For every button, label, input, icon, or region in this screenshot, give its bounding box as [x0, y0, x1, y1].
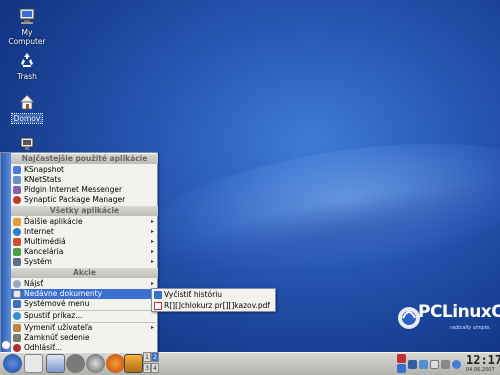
menu-item-system[interactable]: Systém ▸: [11, 257, 158, 267]
menu-item-label: Ďalšie aplikácie: [24, 217, 83, 226]
menu-item-label: Spustiť príkaz...: [24, 311, 83, 320]
menu-item-label: Zamknúť sedenie: [24, 333, 90, 342]
pc-badge-icon: [2, 341, 10, 349]
menu-item-find[interactable]: Nájsť ▸: [11, 279, 158, 289]
submenu-item-label: Vyčistiť históriu: [164, 290, 223, 299]
thunderbird-launcher-icon[interactable]: [86, 354, 105, 373]
multimedia-icon: [13, 238, 21, 246]
chevron-right-icon: ▸: [150, 258, 154, 265]
desktop-pager: 1 2 3 4: [143, 352, 159, 375]
home-icon: [19, 94, 35, 110]
monitor-icon: [20, 137, 34, 150]
desktop-icon-trash[interactable]: Trash: [0, 50, 54, 81]
menu-item-label: Vymeniť užívateľa: [24, 323, 93, 332]
knetstats-icon: [13, 176, 21, 184]
pager-desktop-2[interactable]: 2: [151, 352, 159, 362]
tray-kde-icon[interactable]: [452, 360, 461, 369]
system-icon: [13, 258, 21, 266]
menu-item-label: Pidgin Internet Messenger: [24, 185, 123, 194]
search-icon: [13, 280, 21, 288]
office-icon: [13, 248, 21, 256]
computer-launcher-icon[interactable]: [46, 354, 65, 373]
menu-item-pidgin[interactable]: Pidgin Internet Messenger: [11, 185, 158, 195]
pager-desktop-3[interactable]: 3: [143, 363, 151, 373]
date: 04.06.2007: [466, 367, 495, 373]
clear-icon: [154, 291, 162, 299]
menu-item-ksnapshot[interactable]: KSnapshot: [11, 165, 158, 175]
tray-volume-icon[interactable]: [419, 360, 428, 369]
menu-item-synaptic[interactable]: Synaptic Package Manager: [11, 195, 158, 205]
home-launcher-icon[interactable]: [24, 354, 43, 373]
tray-device-icon[interactable]: [430, 360, 439, 369]
menu-item-label: Odhlásiť...: [24, 343, 63, 352]
pidgin-icon: [13, 186, 21, 194]
menu-item-system-menu[interactable]: Systémové menu▸: [11, 299, 158, 309]
menu-item-multimedia[interactable]: Multimédiá ▸: [11, 237, 158, 247]
clock[interactable]: 12:17: [466, 353, 500, 367]
document-icon: [13, 290, 21, 298]
tray-update-icon[interactable]: [397, 354, 406, 363]
menu-item-label: Kancelária: [24, 247, 64, 256]
chevron-right-icon: ▸: [150, 218, 154, 225]
pager-desktop-1[interactable]: 1: [143, 352, 151, 362]
pdf-icon: [154, 302, 162, 310]
start-menu-button-icon[interactable]: [3, 354, 22, 373]
logo-tagline: radically simple.: [450, 325, 491, 331]
ksnapshot-icon: [13, 166, 21, 174]
menu-item-switch-user[interactable]: Vymeniť užívateľa ▸: [11, 323, 158, 333]
menu-section-all: Všetky aplikácie: [11, 206, 158, 216]
desktop-icon-label: Trash: [17, 72, 37, 81]
trash-icon: [21, 53, 33, 67]
system-menu-icon: [13, 300, 21, 308]
menu-item-knetstats[interactable]: KNetStats: [11, 175, 158, 185]
apps-icon: [13, 218, 21, 226]
computer-icon: [19, 8, 35, 24]
konqueror-launcher-icon[interactable]: [124, 354, 143, 373]
menu-side-banner: [1, 153, 11, 352]
submenu-item-clear-history[interactable]: Vyčistiť históriu: [152, 290, 275, 300]
submenu-item-label: R[][]chlokurz pr[][]kazov.pdf: [164, 301, 271, 310]
menu-item-label: Nájsť: [24, 279, 44, 288]
globe-icon: [13, 228, 21, 236]
menu-item-label: Systém: [24, 257, 52, 266]
menu-item-label: Multimédiá: [24, 237, 66, 246]
user-icon: [13, 324, 21, 332]
desktop-icon-my-computer[interactable]: My Computer: [0, 6, 54, 46]
chevron-right-icon: ▸: [150, 324, 154, 331]
menu-item-label: Systémové menu: [24, 299, 90, 308]
tray-clipboard-icon[interactable]: [408, 360, 417, 369]
logout-icon: [13, 344, 21, 352]
tools-launcher-icon[interactable]: [66, 354, 85, 373]
menu-item-label: Synaptic Package Manager: [24, 195, 126, 204]
menu-item-recent-docs[interactable]: Nedávne dokumenty▸: [11, 289, 158, 299]
desktop-icon-label: Domov: [10, 113, 44, 124]
lock-icon: [13, 334, 21, 342]
menu-item-internet[interactable]: Internet ▸: [11, 227, 158, 237]
menu-item-label: KSnapshot: [24, 165, 64, 174]
chevron-right-icon: ▸: [150, 248, 154, 255]
tray-printer-icon[interactable]: [441, 360, 450, 369]
synaptic-icon: [13, 196, 21, 204]
menu-section-recent: Najčastejšie použité aplikácie: [11, 154, 158, 164]
recent-documents-submenu: Vyčistiť históriu R[][]chlokurz pr[][]ka…: [151, 288, 276, 312]
pager-desktop-4[interactable]: 4: [151, 363, 159, 373]
menu-item-other-apps[interactable]: Ďalšie aplikácie ▸: [11, 217, 158, 227]
menu-item-lock-session[interactable]: Zamknúť sedenie: [11, 333, 158, 343]
menu-item-label: Nedávne dokumenty: [24, 289, 103, 298]
start-menu: Najčastejšie použité aplikácie KSnapshot…: [0, 152, 158, 353]
desktop-icon-domov[interactable]: Domov: [0, 92, 54, 124]
menu-item-office[interactable]: Kancelária ▸: [11, 247, 158, 257]
chevron-right-icon: ▸: [150, 228, 154, 235]
firefox-launcher-icon[interactable]: [106, 354, 125, 373]
chevron-right-icon: ▸: [150, 238, 154, 245]
menu-section-actions: Akcie: [11, 268, 158, 278]
menu-item-label: Internet: [24, 227, 54, 236]
menu-item-label: KNetStats: [24, 175, 62, 184]
submenu-item-pdf[interactable]: R[][]chlokurz pr[][]kazov.pdf: [152, 301, 275, 311]
tray-network-icon[interactable]: [397, 364, 406, 373]
desktop-icon-label: My Computer: [8, 28, 46, 46]
logo-text: PCLinuxOS: [418, 302, 500, 322]
run-icon: [13, 312, 21, 320]
menu-item-run-command[interactable]: Spustiť príkaz...: [11, 311, 158, 321]
